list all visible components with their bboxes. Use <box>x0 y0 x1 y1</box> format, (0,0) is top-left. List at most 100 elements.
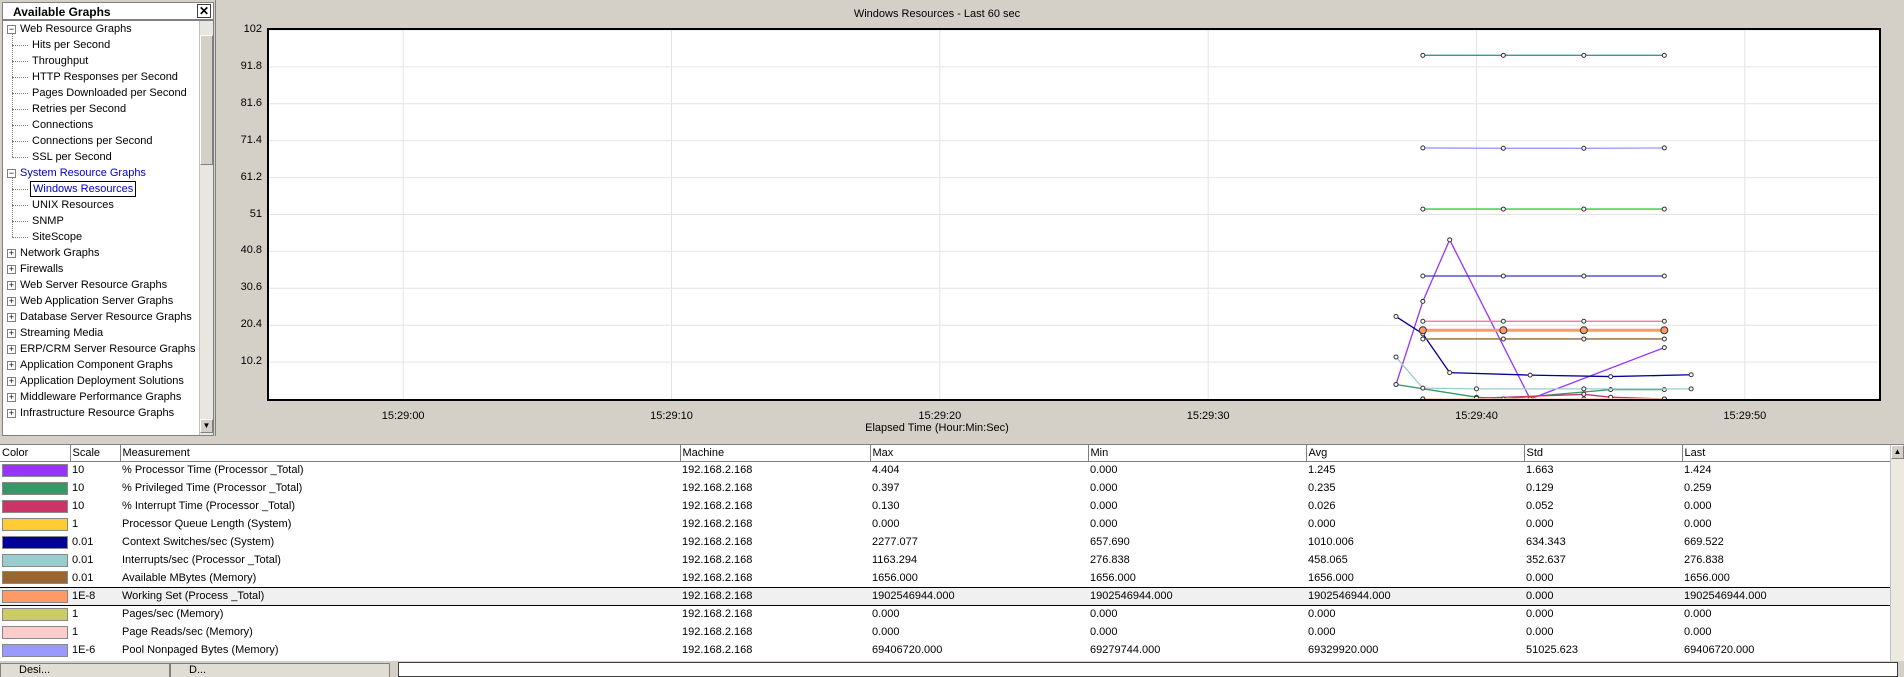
tree-scroll-thumb[interactable] <box>200 35 213 165</box>
color-swatch[interactable] <box>2 499 68 513</box>
data-point[interactable] <box>1608 374 1614 380</box>
legend-row[interactable]: 1 Processor Queue Length (System) 192.168.… <box>0 515 1904 533</box>
column-header[interactable]: Max <box>870 445 1089 462</box>
expand-icon[interactable]: + <box>7 377 16 386</box>
expand-icon[interactable]: + <box>7 329 16 338</box>
data-point[interactable] <box>1420 318 1426 324</box>
data-point[interactable] <box>1579 326 1588 335</box>
data-point[interactable] <box>1661 336 1667 342</box>
data-point[interactable] <box>1499 326 1508 335</box>
legend-scrollbar[interactable]: ▲ <box>1890 445 1904 662</box>
data-point[interactable] <box>1581 336 1587 342</box>
color-swatch[interactable] <box>2 607 68 621</box>
legend-row[interactable]: 1E-8 Working Set (Process _Total) 192.168.… <box>0 586 1904 606</box>
legend-row[interactable]: 0.01 Available MBytes (Memory) 192.168.2.1… <box>0 569 1904 587</box>
data-point[interactable] <box>1581 386 1587 392</box>
legend-row[interactable]: 0.01 Context Switches/sec (System) 192.168… <box>0 533 1904 551</box>
tab-design[interactable]: Desi... <box>0 663 170 677</box>
column-header[interactable]: Min <box>1088 445 1307 462</box>
data-point[interactable] <box>1420 298 1426 304</box>
data-point[interactable] <box>1447 370 1453 376</box>
color-swatch[interactable] <box>2 553 68 567</box>
color-swatch[interactable] <box>2 571 68 585</box>
data-point[interactable] <box>1418 326 1427 335</box>
collapse-icon[interactable]: − <box>7 169 16 178</box>
data-point[interactable] <box>1420 206 1426 212</box>
color-swatch[interactable] <box>2 625 68 639</box>
collapse-icon[interactable]: − <box>7 25 16 34</box>
legend-row[interactable]: 0.01 Interrupts/sec (Processor _Total) 192… <box>0 551 1904 569</box>
data-point[interactable] <box>1500 336 1506 342</box>
data-point[interactable] <box>1393 354 1399 360</box>
data-point[interactable] <box>1420 385 1426 391</box>
color-swatch[interactable] <box>2 589 68 603</box>
data-point[interactable] <box>1581 145 1587 151</box>
data-point[interactable] <box>1474 386 1479 392</box>
data-point[interactable] <box>1661 345 1667 351</box>
data-point[interactable] <box>1661 318 1667 324</box>
data-point[interactable] <box>1608 387 1614 393</box>
legend-row[interactable]: 1 Pages/sec (Memory) 192.168.2.168 0.000 0.0… <box>0 605 1904 623</box>
expand-icon[interactable]: + <box>7 361 16 370</box>
scroll-down-icon[interactable]: ▼ <box>200 419 213 433</box>
legend-row[interactable]: 1 Page Reads/sec (Memory) 192.168.2.168 0.0… <box>0 623 1904 641</box>
data-point[interactable] <box>1500 273 1506 279</box>
column-header[interactable]: Measurement <box>120 445 681 462</box>
data-point[interactable] <box>1420 145 1426 151</box>
tab-second[interactable]: D... <box>170 663 390 677</box>
plot-area[interactable] <box>267 28 1881 402</box>
data-point[interactable] <box>1581 273 1587 279</box>
column-header[interactable]: Machine <box>680 445 871 462</box>
expand-icon[interactable]: + <box>7 345 16 354</box>
expand-icon[interactable]: + <box>7 393 16 402</box>
data-point[interactable] <box>1660 326 1669 335</box>
data-point[interactable] <box>1661 396 1667 402</box>
data-point[interactable] <box>1500 145 1506 151</box>
color-swatch[interactable] <box>2 481 68 495</box>
legend-row[interactable]: 1E-6 Pool Nonpaged Bytes (Memory) 192.168.… <box>0 641 1904 659</box>
data-point[interactable] <box>1581 391 1587 397</box>
tree-scrollbar[interactable]: ▼ <box>199 21 213 435</box>
expand-icon[interactable]: + <box>7 409 16 418</box>
color-swatch[interactable] <box>2 517 68 531</box>
expand-icon[interactable]: + <box>7 249 16 258</box>
column-header[interactable]: Avg <box>1306 445 1525 462</box>
color-swatch[interactable] <box>2 463 68 477</box>
scroll-up-icon[interactable]: ▲ <box>1891 445 1904 459</box>
data-point[interactable] <box>1581 318 1587 324</box>
data-point[interactable] <box>1500 206 1506 212</box>
data-point[interactable] <box>1688 386 1694 392</box>
close-icon[interactable]: ✕ <box>197 4 211 18</box>
data-point[interactable] <box>1393 314 1399 320</box>
data-point[interactable] <box>1447 237 1453 243</box>
column-header[interactable]: Last <box>1682 445 1904 462</box>
data-point[interactable] <box>1581 52 1587 58</box>
data-point[interactable] <box>1393 382 1399 388</box>
data-point[interactable] <box>1500 318 1506 324</box>
expand-icon[interactable]: + <box>7 281 16 290</box>
data-point[interactable] <box>1527 372 1533 378</box>
legend-row[interactable]: 10 % Privileged Time (Processor _Total) 19… <box>0 479 1904 497</box>
data-point[interactable] <box>1661 206 1667 212</box>
expand-icon[interactable]: + <box>7 313 16 322</box>
data-point[interactable] <box>1661 52 1667 58</box>
data-point[interactable] <box>1688 372 1694 378</box>
expand-icon[interactable]: + <box>7 297 16 306</box>
column-header[interactable]: Std <box>1524 445 1683 462</box>
expand-icon[interactable]: + <box>7 265 16 274</box>
column-header[interactable]: Scale <box>70 445 121 462</box>
data-point[interactable] <box>1581 206 1587 212</box>
data-point[interactable] <box>1420 336 1426 342</box>
column-header[interactable]: Color <box>0 445 71 462</box>
data-point[interactable] <box>1661 145 1667 151</box>
color-swatch[interactable] <box>2 535 68 549</box>
data-point[interactable] <box>1661 273 1667 279</box>
data-point[interactable] <box>1500 52 1506 58</box>
data-point[interactable] <box>1661 387 1667 393</box>
data-point[interactable] <box>1420 273 1426 279</box>
legend-row[interactable]: 10 % Processor Time (Processor _Total) 192… <box>0 461 1904 479</box>
color-swatch[interactable] <box>2 643 68 657</box>
data-point[interactable] <box>1420 396 1426 402</box>
legend-row[interactable]: 10 % Interrupt Time (Processor _Total) 192… <box>0 497 1904 515</box>
data-point[interactable] <box>1420 52 1426 58</box>
